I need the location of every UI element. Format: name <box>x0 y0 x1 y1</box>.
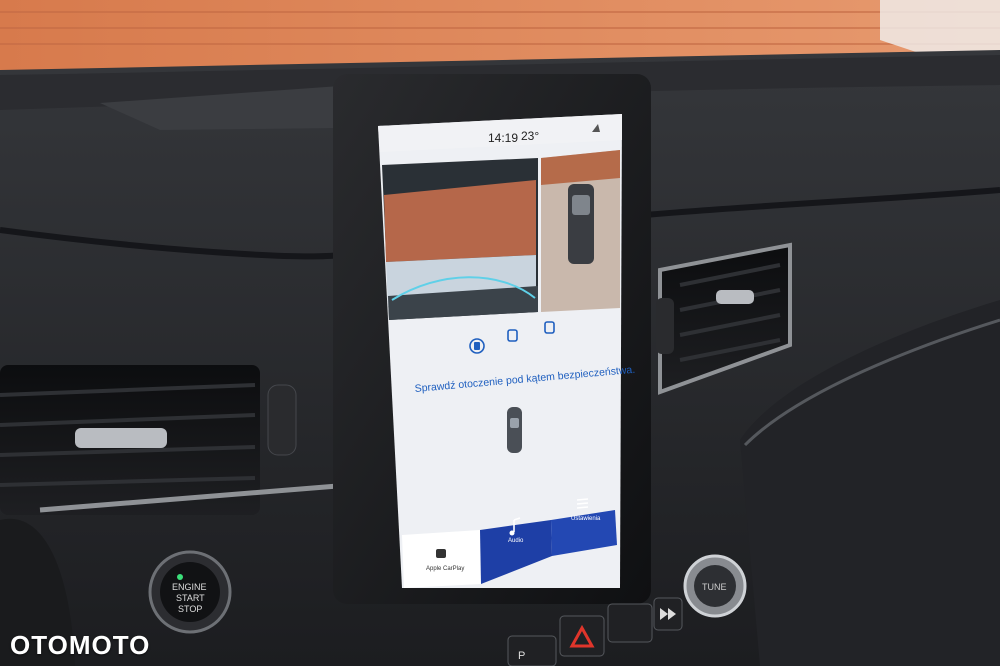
hazard-button[interactable] <box>559 615 605 657</box>
park-assist-button[interactable] <box>507 635 557 666</box>
tune-knob-label: TUNE <box>702 582 727 592</box>
engine-label-1: ENGINE <box>172 582 207 592</box>
engine-label-2: START <box>176 593 205 603</box>
engine-indicator-icon <box>177 574 183 580</box>
left-vent-knob[interactable] <box>267 384 297 456</box>
scene-svg: 14:19 23° Sprawdź otoczenie pod kątem be… <box>0 0 1000 666</box>
carplay-icon <box>436 549 446 558</box>
car-interior-photo: 14:19 23° Sprawdź otoczenie pod kątem be… <box>0 0 1000 666</box>
nav-carplay-label: Apple CarPlay <box>426 566 464 572</box>
nav-carplay[interactable] <box>402 530 481 588</box>
nav-audio-label: Audio <box>508 538 524 544</box>
nav-settings-label: Ustawienia <box>571 516 601 522</box>
engine-label-3: STOP <box>178 604 202 614</box>
right-vent-tab[interactable] <box>716 290 754 304</box>
screen-time: 14:19 <box>488 131 518 145</box>
vehicle-icon <box>507 407 522 453</box>
left-vent-tab[interactable] <box>75 428 167 448</box>
infotainment-screen: 14:19 23° Sprawdź otoczenie pod kątem be… <box>378 114 636 588</box>
screen-temperature: 23° <box>521 129 539 143</box>
otomoto-watermark: OTOMOTO <box>10 630 151 660</box>
right-vent-knob[interactable] <box>656 298 674 354</box>
media-button[interactable] <box>607 603 653 643</box>
park-assist-label: P <box>518 650 525 662</box>
top-view-car-windshield <box>572 195 590 215</box>
